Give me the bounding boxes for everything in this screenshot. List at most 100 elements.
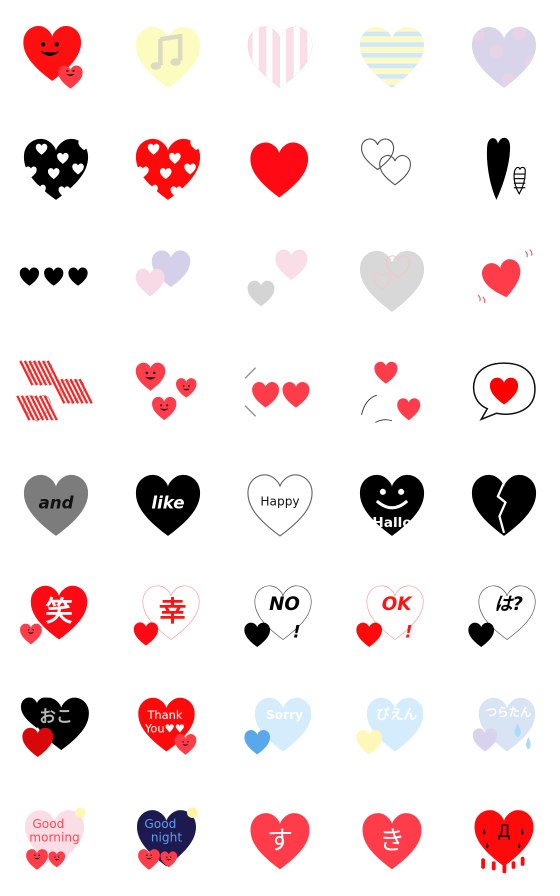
small-face-eye-left bbox=[54, 856, 56, 858]
emoji-warai-heart[interactable]: 笑 bbox=[0, 560, 112, 672]
emoji-heart-speech-bubble[interactable] bbox=[448, 336, 560, 448]
stripe bbox=[359, 84, 425, 88]
big-face-eye-right bbox=[54, 42, 59, 47]
melting-heart-icon: Д bbox=[474, 810, 534, 874]
sun-smile-icon bbox=[75, 807, 86, 818]
two-hearts-motion-icon bbox=[244, 367, 310, 417]
small-heart bbox=[138, 849, 160, 870]
emoji-black-tall-heart[interactable] bbox=[448, 112, 560, 224]
emoji-melting-heart[interactable]: Д bbox=[448, 784, 560, 896]
heart-label: NO bbox=[269, 594, 300, 615]
emoji-three-black-hearts[interactable] bbox=[0, 224, 112, 336]
grey-heart bbox=[247, 280, 275, 307]
emoji-good-night-heart[interactable]: Good night bbox=[112, 784, 224, 896]
warai-heart-icon: 笑 bbox=[20, 585, 88, 645]
small-heart bbox=[356, 622, 383, 648]
heart-label-line1: Thank bbox=[146, 708, 182, 722]
and-heart-icon: and bbox=[23, 474, 89, 536]
emoji-ki-heart[interactable]: き bbox=[336, 784, 448, 896]
emoji-bouncing-heart[interactable] bbox=[448, 224, 560, 336]
emoji-thank-you-heart[interactable]: Thank You♥♥ bbox=[112, 672, 224, 784]
emoji-plain-red-heart[interactable] bbox=[224, 112, 336, 224]
ha-heart-icon: は? bbox=[468, 585, 536, 648]
plain-red-heart-icon bbox=[250, 142, 309, 198]
heart-shape bbox=[19, 267, 40, 286]
emoji-broken-heart[interactable] bbox=[448, 448, 560, 560]
small-heart bbox=[244, 622, 271, 648]
emoji-like-heart[interactable]: like bbox=[112, 448, 224, 560]
emoji-pink-grey-hearts[interactable] bbox=[224, 224, 336, 336]
face-eye-left bbox=[182, 384, 185, 387]
no-heart-icon: NO! bbox=[244, 585, 312, 648]
heart-shape bbox=[374, 361, 398, 384]
greeting-line1: Good bbox=[32, 817, 64, 831]
emoji-pink-stripe-heart[interactable] bbox=[224, 0, 336, 112]
emoji-shiawase-heart[interactable]: 幸 bbox=[112, 560, 224, 672]
emoji-happy-heart[interactable]: Happy bbox=[224, 448, 336, 560]
stripe bbox=[359, 42, 425, 47]
face-eye-right bbox=[188, 384, 190, 387]
small-heart bbox=[244, 730, 271, 755]
shiawase-heart-icon: 幸 bbox=[133, 585, 200, 646]
emoji-grey-heart-doodle[interactable] bbox=[336, 224, 448, 336]
pink-stripe-heart-icon bbox=[247, 26, 313, 89]
face-eye-left bbox=[145, 371, 148, 375]
small-face-eye-right bbox=[58, 856, 60, 858]
emoji-three-smile-hearts[interactable] bbox=[112, 336, 224, 448]
tall-heart bbox=[486, 137, 511, 200]
emoji-music-heart[interactable] bbox=[112, 0, 224, 112]
emoji-no-heart[interactable]: NO! bbox=[224, 560, 336, 672]
emoji-smile-red-heart[interactable] bbox=[0, 0, 112, 112]
small-heart bbox=[468, 622, 495, 648]
emoji-pink-lavender-hearts[interactable] bbox=[112, 224, 224, 336]
black-tall-heart-icon bbox=[486, 137, 526, 200]
emoji-striped-red-hearts[interactable] bbox=[0, 336, 112, 448]
emoji-two-hearts-motion[interactable] bbox=[224, 336, 336, 448]
outline-heart bbox=[379, 155, 411, 186]
emoji-falling-hearts[interactable] bbox=[336, 336, 448, 448]
emoji-black-heart-pattern[interactable] bbox=[0, 112, 112, 224]
stripe bbox=[266, 26, 273, 88]
motion-lines bbox=[524, 249, 533, 258]
broken-heart-icon bbox=[471, 474, 537, 536]
emoji-tsuratan-heart[interactable]: つらたん bbox=[448, 672, 560, 784]
emoji-oko-heart[interactable]: おこ bbox=[0, 672, 112, 784]
emoji-lavender-dot-heart[interactable] bbox=[448, 0, 560, 112]
emoji-outline-double-heart[interactable] bbox=[336, 112, 448, 224]
hallo-heart-icon: Hallo bbox=[359, 474, 425, 536]
emoji-pien-heart[interactable]: ぴえん bbox=[336, 672, 448, 784]
eye-right bbox=[398, 488, 405, 495]
greeting-line2: morning bbox=[29, 831, 80, 845]
happy-heart-icon: Happy bbox=[247, 474, 313, 537]
emoji-ok-heart[interactable]: OK! bbox=[336, 560, 448, 672]
pink-grey-hearts-icon bbox=[247, 249, 308, 307]
emoji-su-heart[interactable]: す bbox=[224, 784, 336, 896]
drip bbox=[520, 856, 525, 866]
smile-red-heart-icon bbox=[23, 25, 83, 89]
emoji-sorry-heart[interactable]: Sorry bbox=[224, 672, 336, 784]
emoji-ha-heart[interactable]: は? bbox=[448, 560, 560, 672]
motion-line bbox=[361, 394, 377, 415]
emoji-blue-yellow-stripe-heart[interactable] bbox=[336, 0, 448, 112]
heart-shape bbox=[175, 378, 197, 398]
small-face-eye-left bbox=[33, 854, 36, 857]
emoji-good-morning-heart[interactable]: Good morning bbox=[0, 784, 112, 896]
motion-line bbox=[375, 419, 393, 423]
heart-shape bbox=[359, 250, 425, 312]
heart-shape bbox=[282, 382, 310, 408]
red-heart-pattern-icon bbox=[135, 138, 204, 200]
small-face-eye-right bbox=[150, 854, 153, 857]
note-head bbox=[170, 58, 181, 66]
motion-line bbox=[244, 367, 257, 379]
emoji-and-heart[interactable]: and bbox=[0, 448, 112, 560]
heart-label-line2: You♥♥ bbox=[144, 722, 185, 736]
small-heart bbox=[20, 623, 42, 645]
stripe bbox=[359, 74, 425, 79]
emoji-hallo-heart[interactable]: Hallo bbox=[336, 448, 448, 560]
small-face-eye-right bbox=[38, 854, 41, 857]
three-smile-hearts-icon bbox=[135, 362, 197, 421]
heart-speech-bubble-icon bbox=[472, 362, 536, 421]
eye-left bbox=[379, 488, 386, 495]
emoji-red-heart-pattern[interactable] bbox=[112, 112, 224, 224]
drip bbox=[491, 861, 496, 871]
